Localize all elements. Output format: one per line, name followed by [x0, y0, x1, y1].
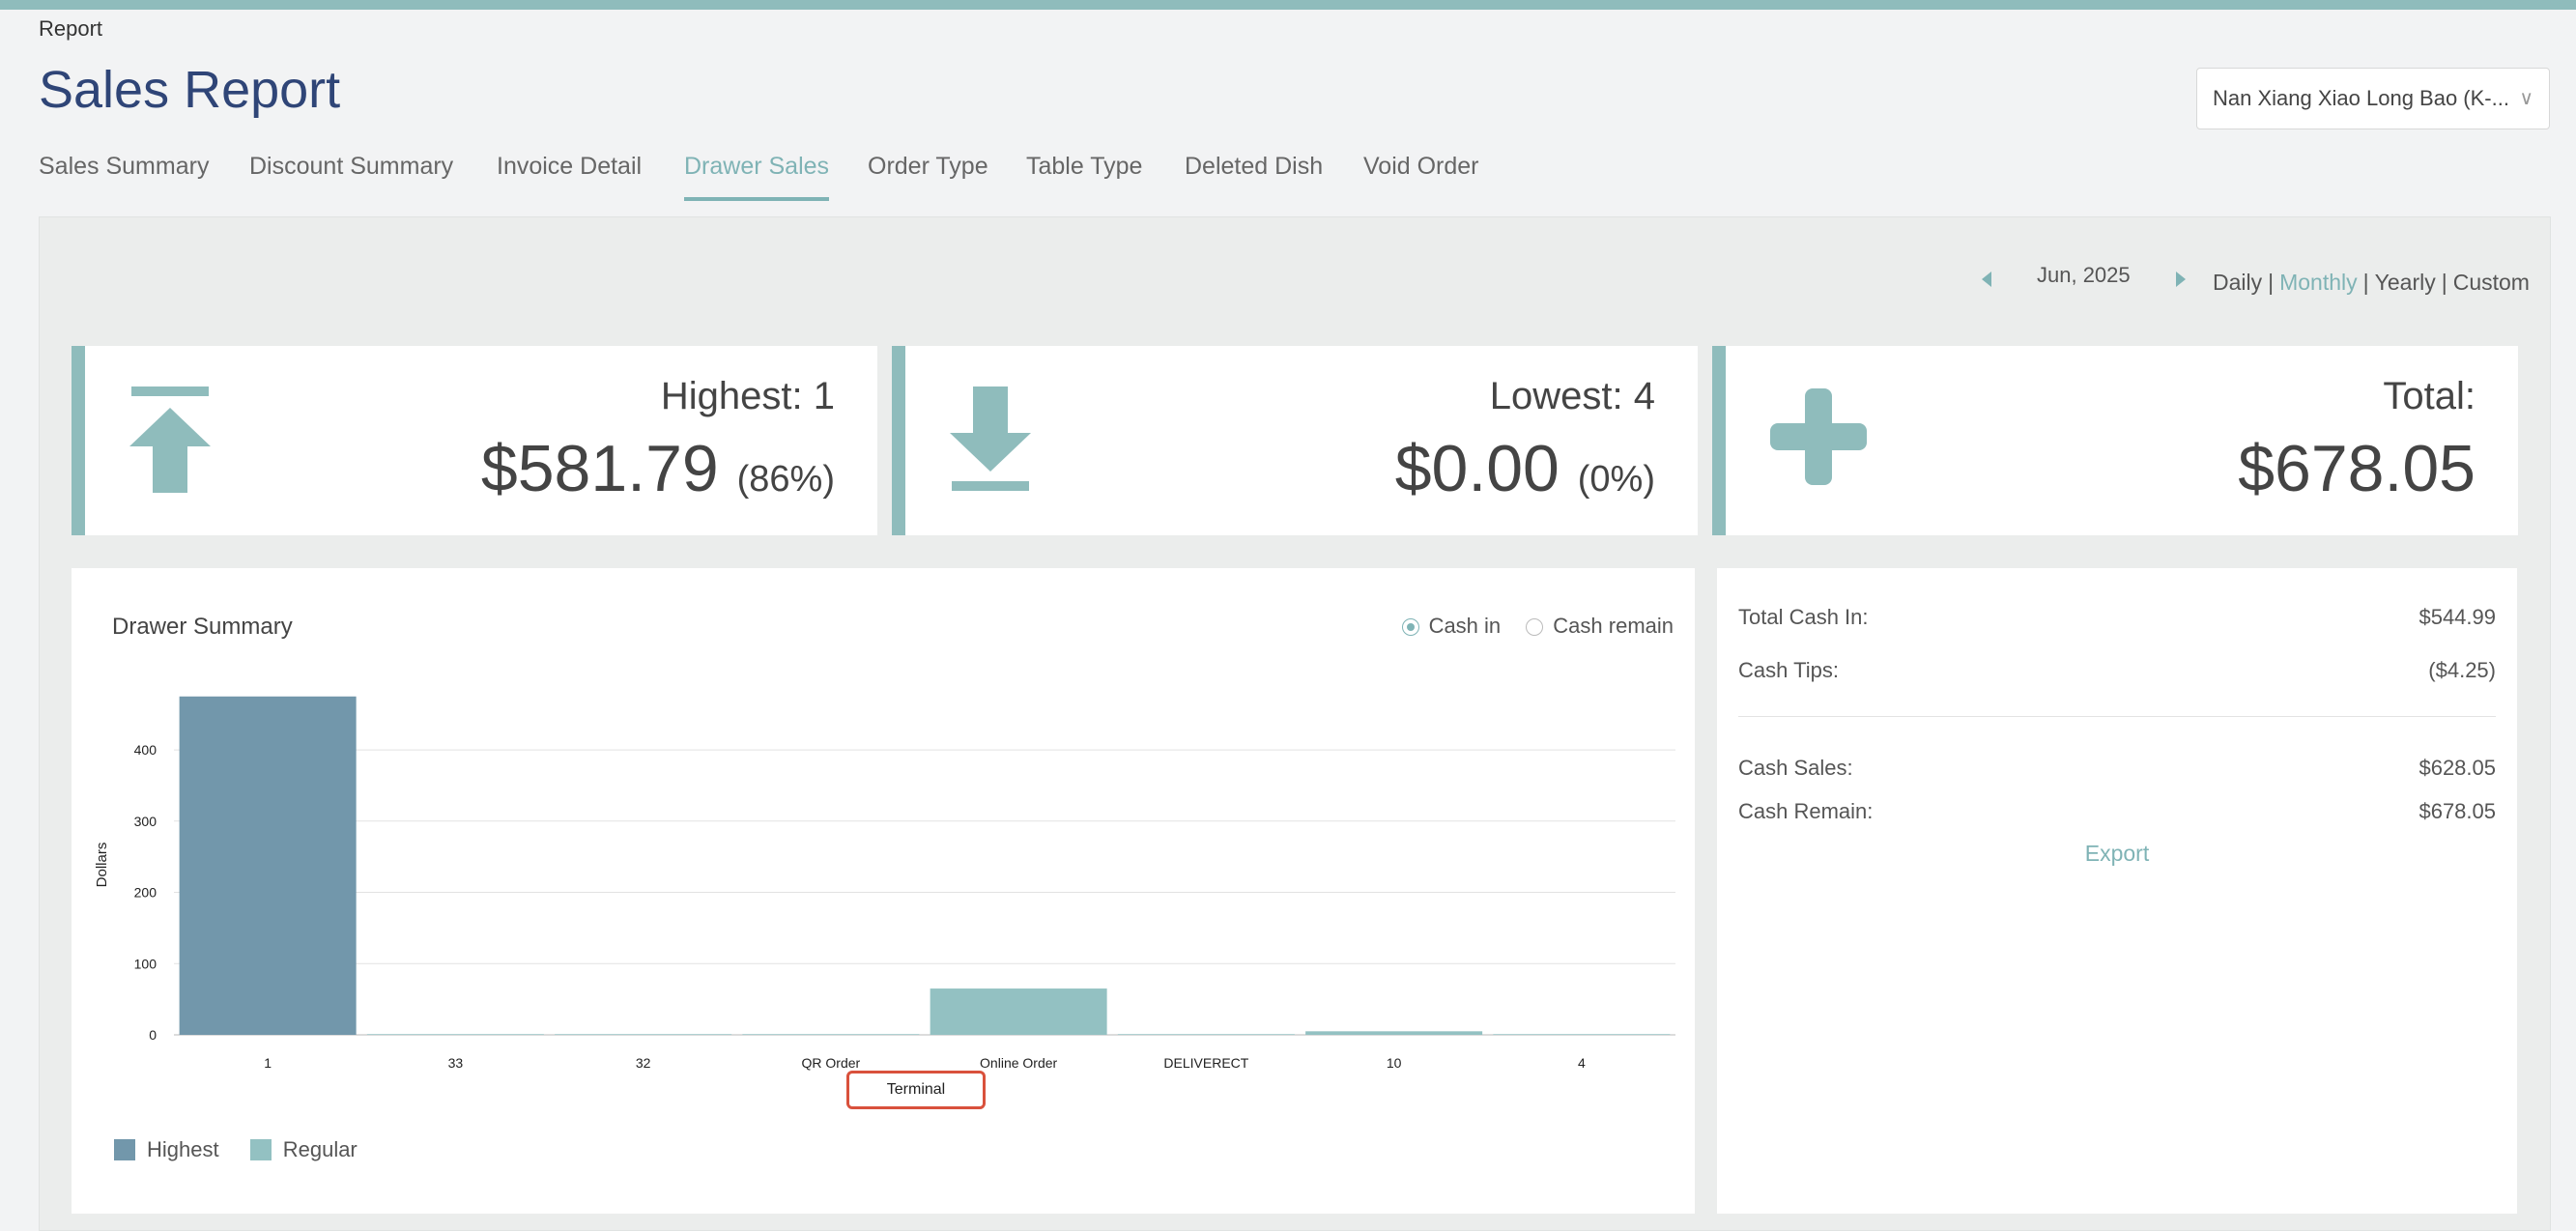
tab-invoice-detail[interactable]: Invoice Detail [497, 153, 642, 197]
store-select[interactable]: Nan Xiang Xiao Long Bao (K-... ∨ [2196, 68, 2550, 129]
lowest-value: $0.00 (0%) [1394, 432, 1655, 505]
total-cash-in-value: $544.99 [2419, 605, 2496, 629]
chart-legend: Highest Regular [114, 1137, 383, 1162]
period-yearly[interactable]: Yearly [2375, 270, 2436, 295]
current-month: Jun, 2025 [2037, 263, 2131, 287]
radio-cash-in[interactable]: Cash in [1401, 614, 1501, 639]
tab-sales-summary[interactable]: Sales Summary [39, 153, 209, 197]
y-tick-label: 400 [134, 742, 157, 758]
cash-tips-row: Cash Tips: ($4.25) [1738, 658, 2496, 687]
total-label: Total: [2383, 375, 2476, 417]
arrow-up-bar-icon [129, 386, 211, 498]
breadcrumb[interactable]: Report [39, 16, 102, 42]
highest-percent: (86%) [736, 459, 835, 500]
tab-deleted-dish[interactable]: Deleted Dish [1185, 153, 1323, 197]
cash-sales-value: $628.05 [2419, 756, 2496, 780]
period-selector: Daily | Monthly | Yearly | Custom [2213, 270, 2530, 295]
bar [742, 1034, 920, 1035]
y-tick-label: 300 [134, 814, 157, 829]
page-title: Sales Report [39, 61, 341, 119]
chart-mode-radios: Cash in Cash remain [1383, 614, 1674, 639]
arrow-down-bar-icon [950, 386, 1031, 498]
y-tick-label: 200 [134, 885, 157, 901]
tab-discount-summary[interactable]: Discount Summary [249, 153, 453, 197]
period-custom[interactable]: Custom [2453, 270, 2530, 295]
total-cash-in-label: Total Cash In: [1738, 605, 1869, 629]
lowest-label: Lowest: 4 [1489, 375, 1655, 417]
y-axis-label: Dollars [94, 843, 110, 888]
tab-table-type[interactable]: Table Type [1026, 153, 1142, 197]
export-link[interactable]: Export [1717, 841, 2517, 867]
drawer-summary-card: 0 100 200 300 400 Dollars 1 33 32 QR Order Online … [72, 568, 1695, 1214]
cash-summary-card: Total Cash In: $544.99 Cash Tips: ($4.25… [1717, 568, 2517, 1214]
period-monthly[interactable]: Monthly [2279, 270, 2358, 295]
summary-divider [1738, 716, 2496, 717]
tab-void-order[interactable]: Void Order [1363, 153, 1479, 197]
cash-tips-value: ($4.25) [2428, 658, 2496, 682]
tab-order-type[interactable]: Order Type [868, 153, 988, 197]
bar [1305, 1031, 1483, 1035]
drawer-summary-chart: 0 100 200 300 400 Dollars 1 33 32 QR Order Online … [94, 696, 1675, 1071]
radio-cash-remain[interactable]: Cash remain [1526, 614, 1674, 639]
x-tick-label: 1 [264, 1055, 272, 1071]
bar [555, 1034, 732, 1035]
next-month-icon[interactable] [2176, 272, 2186, 287]
highest-label: Highest: 1 [660, 375, 835, 417]
chevron-down-icon: ∨ [2519, 88, 2533, 109]
x-tick-label: 32 [636, 1055, 651, 1071]
total-cash-in-row: Total Cash In: $544.99 [1738, 605, 2496, 634]
y-tick-label: 0 [149, 1027, 157, 1043]
lowest-percent: (0%) [1577, 459, 1655, 500]
y-tick-label: 100 [134, 956, 157, 971]
bar [1117, 1034, 1295, 1035]
total-value: $678.05 [2238, 432, 2476, 505]
x-tick-label: 33 [448, 1055, 464, 1071]
bar [930, 988, 1107, 1035]
bar [366, 1034, 544, 1035]
x-tick-label: QR Order [802, 1055, 861, 1071]
x-axis-label: Terminal [846, 1071, 986, 1109]
cash-remain-label: Cash Remain: [1738, 799, 1874, 823]
highest-card: Highest: 1 $581.79 (86%) [72, 346, 877, 535]
cash-sales-label: Cash Sales: [1738, 756, 1853, 780]
x-tick-label: DELIVERECT [1163, 1055, 1248, 1071]
chart-title: Drawer Summary [112, 614, 293, 640]
bar [179, 696, 357, 1035]
highest-value: $581.79 (86%) [480, 432, 835, 505]
store-select-value: Nan Xiang Xiao Long Bao (K-... [2213, 86, 2509, 110]
period-daily[interactable]: Daily [2213, 270, 2262, 295]
cash-sales-row: Cash Sales: $628.05 [1738, 756, 2496, 785]
legend-regular[interactable]: Regular [249, 1137, 358, 1162]
plus-icon [1770, 388, 1867, 490]
x-tick-label: Online Order [980, 1055, 1057, 1071]
tab-drawer-sales[interactable]: Drawer Sales [684, 153, 830, 201]
lowest-card: Lowest: 4 $0.00 (0%) [892, 346, 1698, 535]
cash-remain-value: $678.05 [2419, 799, 2496, 823]
cash-tips-label: Cash Tips: [1738, 658, 1839, 682]
prev-month-icon[interactable] [1982, 272, 1991, 287]
total-card: Total: $678.05 [1712, 346, 2518, 535]
x-tick-label: 4 [1578, 1055, 1586, 1071]
bar [1493, 1034, 1671, 1035]
legend-highest[interactable]: Highest [114, 1137, 219, 1162]
cash-remain-row: Cash Remain: $678.05 [1738, 799, 2496, 828]
x-tick-label: 10 [1387, 1055, 1402, 1071]
top-accent-bar [0, 0, 2576, 10]
